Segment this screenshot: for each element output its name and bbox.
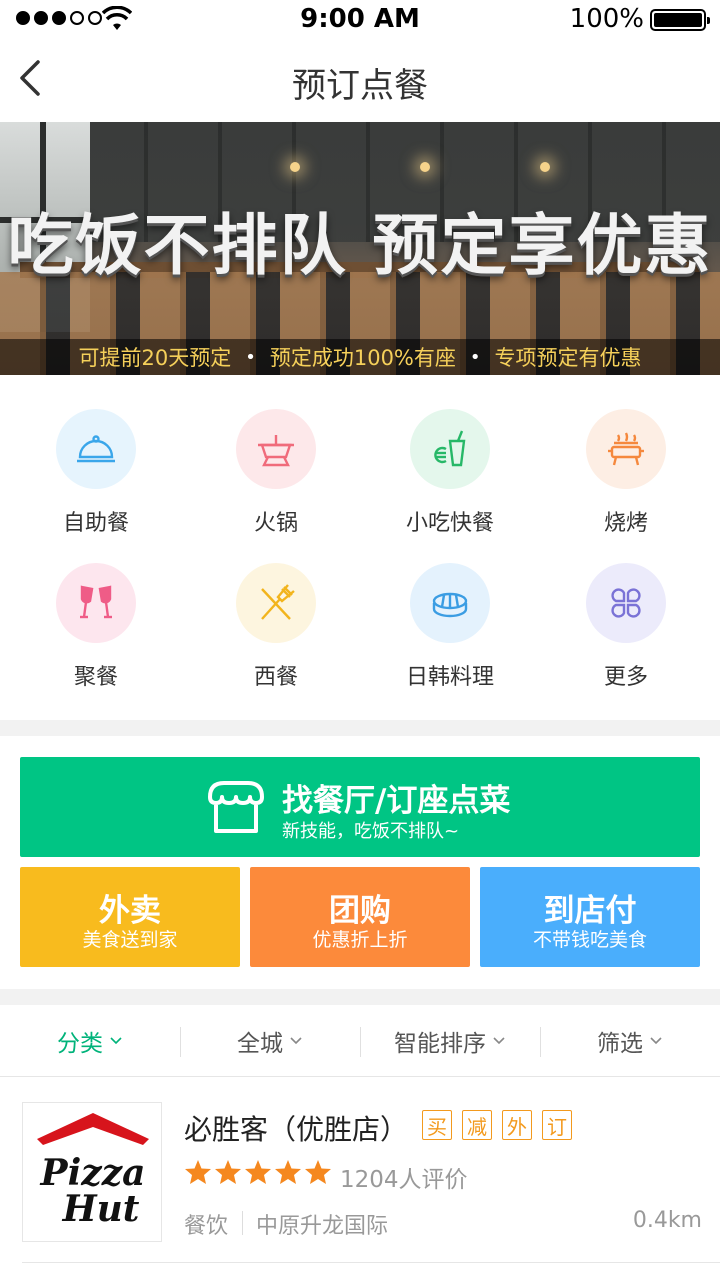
star-icon (215, 1160, 241, 1184)
category-hotpot[interactable]: 火锅 (186, 375, 366, 536)
tile-title: 团购 (329, 893, 391, 929)
banner-tag: 可提前20天预定 (78, 346, 232, 370)
logo-text-hut: Hut (62, 1188, 140, 1230)
category-western[interactable]: 西餐 (186, 529, 366, 690)
banner-tag: 预定成功100%有座 (269, 346, 456, 370)
category-label: 西餐 (253, 665, 298, 690)
lamp-decoration (290, 162, 300, 172)
find-restaurant-title: 找餐厅/订座点菜 (282, 783, 511, 819)
filter-sort[interactable]: 智能排序 (360, 1005, 540, 1076)
chevron-down-icon (290, 1036, 302, 1044)
promo-tags: 买 减 外 订 (422, 1110, 572, 1140)
star-icon (275, 1160, 301, 1184)
promo-tag: 订 (542, 1110, 572, 1140)
chevron-down-icon (493, 1036, 505, 1044)
banner-tag: 专项预定有优惠 (494, 346, 642, 370)
tile-subtitle: 优惠折上折 (312, 929, 408, 951)
chevron-down-icon (110, 1036, 122, 1044)
filter-label: 筛选 (597, 1030, 643, 1057)
rating-stars (184, 1158, 336, 1188)
star-icon (185, 1160, 211, 1184)
category-label: 更多 (603, 665, 648, 690)
category-party[interactable]: 聚餐 (6, 529, 186, 690)
battery-percent: 100% (569, 4, 644, 34)
category-grid: 自助餐 火锅 小吃快餐 烧烤 聚餐 西餐 日韩料理 更多 (0, 375, 720, 720)
promo-tag: 减 (462, 1110, 492, 1140)
star-icon (305, 1160, 331, 1184)
restaurant-list-item[interactable]: Pizza Hut 必胜客（优胜店） 买 减 外 订 1204人评价 餐饮 中原… (0, 1078, 720, 1268)
section-divider (0, 989, 720, 1005)
sushi-icon (410, 563, 490, 643)
cloche-icon (56, 409, 136, 489)
meta-separator (242, 1211, 243, 1235)
pay-in-store-button[interactable]: 到店付 不带钱吃美食 (480, 867, 700, 967)
filter-label: 智能排序 (394, 1030, 486, 1057)
category-label: 日韩料理 (405, 665, 494, 690)
status-bar: 9:00 AM 100% (0, 0, 720, 40)
takeout-button[interactable]: 外卖 美食送到家 (20, 867, 240, 967)
find-restaurant-button[interactable]: 找餐厅/订座点菜 新技能，吃饭不排队~ (20, 757, 700, 857)
battery-icon (650, 9, 710, 31)
bullet-dot: • (245, 346, 256, 368)
store-icon (208, 781, 264, 833)
lamp-decoration (540, 162, 550, 172)
filter-label: 全城 (237, 1030, 283, 1057)
business-area: 中原升龙国际 (256, 1214, 389, 1239)
promo-tag: 买 (422, 1110, 452, 1140)
section-divider (0, 720, 720, 736)
filter-label: 分类 (57, 1030, 103, 1057)
chevron-down-icon (650, 1036, 662, 1044)
restaurant-name: 必胜客（优胜店） (184, 1113, 409, 1146)
more-icon (586, 563, 666, 643)
category-label: 聚餐 (73, 665, 118, 690)
list-divider (22, 1262, 720, 1263)
page-title: 预订点餐 (292, 66, 428, 106)
filter-region[interactable]: 全城 (180, 1005, 360, 1076)
category-more[interactable]: 更多 (536, 529, 716, 690)
restaurant-logo: Pizza Hut (22, 1102, 162, 1242)
tile-subtitle: 美食送到家 (82, 929, 178, 951)
bullet-dot: • (469, 346, 481, 368)
category-buffet[interactable]: 自助餐 (6, 375, 186, 536)
review-count: 1204人评价 (340, 1167, 468, 1193)
banner-headline: 吃饭不排队 预定享优惠 (7, 207, 713, 284)
tile-subtitle: 不带钱吃美食 (532, 929, 647, 951)
tile-title: 外卖 (99, 893, 161, 929)
filter-category[interactable]: 分类 (0, 1005, 180, 1076)
tile-title: 到店付 (543, 893, 637, 929)
cuisine-type: 餐饮 (184, 1214, 229, 1239)
banner-tag-bar: 可提前20天预定 • 预定成功100%有座 • 专项预定有优惠 (0, 339, 720, 375)
fastfood-icon (410, 409, 490, 489)
bbq-icon (586, 409, 666, 489)
star-icon (245, 1160, 271, 1184)
category-japanese-korean[interactable]: 日韩料理 (360, 529, 540, 690)
group-buy-button[interactable]: 团购 优惠折上折 (250, 867, 470, 967)
category-snacks[interactable]: 小吃快餐 (360, 375, 540, 536)
fork-knife-icon (236, 563, 316, 643)
filter-screen[interactable]: 筛选 (540, 1005, 720, 1076)
hotpot-icon (236, 409, 316, 489)
promo-banner[interactable]: 吃饭不排队 预定享优惠 可提前20天预定 • 预定成功100%有座 • 专项预定… (0, 122, 720, 375)
filter-bar: 分类 全城 智能排序 筛选 (0, 1005, 720, 1077)
champagne-icon (56, 563, 136, 643)
nav-bar: 预订点餐 (0, 40, 720, 122)
promo-tag: 外 (502, 1110, 532, 1140)
find-restaurant-subtitle: 新技能，吃饭不排队~ (282, 821, 460, 842)
category-bbq[interactable]: 烧烤 (536, 375, 716, 536)
lamp-decoration (420, 162, 430, 172)
distance: 0.4km (632, 1208, 702, 1233)
